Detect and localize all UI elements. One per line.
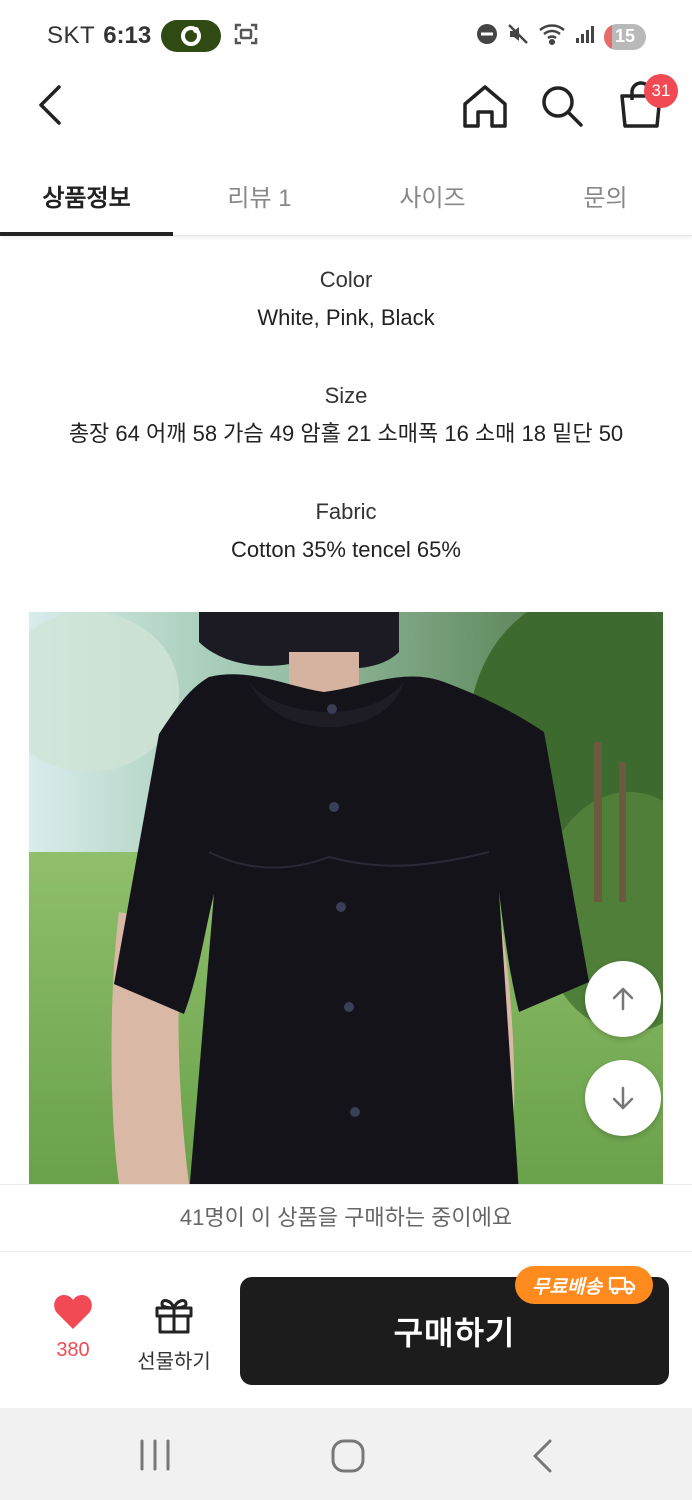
tab-inquiry[interactable]: 문의 [519, 152, 692, 235]
recording-indicator-icon [161, 20, 222, 52]
app-header [0, 72, 692, 140]
cart-count-badge: 31 [644, 74, 678, 108]
search-icon [542, 86, 583, 127]
like-count: 380 [56, 1339, 90, 1361]
buying-now-notice: 41명이 이 상품을 구매하는 중이에요 [0, 1184, 692, 1252]
clock: 6:13 [103, 22, 152, 49]
search-button[interactable] [538, 82, 586, 130]
recent-apps-button[interactable] [136, 1438, 174, 1477]
color-title: Color [319, 267, 373, 292]
delivery-truck-icon [608, 1276, 636, 1295]
tab-reviews[interactable]: 리뷰 1 [173, 152, 346, 235]
carrier-label: SKT [47, 22, 96, 49]
arrow-down-icon [612, 1086, 634, 1110]
battery-icon: 15 [604, 23, 646, 50]
home-nav-button[interactable] [330, 1438, 366, 1479]
fabric-title: Fabric [315, 499, 377, 524]
free-shipping-label: 무료배송 [532, 1276, 602, 1298]
back-button[interactable] [30, 80, 70, 130]
size-value: 총장 64 어깨 58 가슴 49 암홀 21 소매폭 16 소매 18 밑단 … [68, 421, 624, 446]
mute-icon [506, 22, 530, 51]
status-bar: SKT 6:13 15 [0, 0, 692, 72]
home-button[interactable] [460, 82, 510, 130]
system-nav-bar [0, 1408, 692, 1500]
heart-icon [54, 1295, 92, 1329]
status-right: 15 [476, 22, 646, 51]
tab-size[interactable]: 사이즈 [346, 152, 519, 235]
free-shipping-badge: 무료배송 [515, 1266, 653, 1304]
product-info: Color White, Pink, Black Size 총장 64 어깨 5… [0, 262, 692, 610]
product-photo [29, 612, 663, 1184]
scroll-up-button[interactable] [585, 961, 661, 1037]
back-nav-button[interactable] [528, 1438, 558, 1479]
purchase-bar: 380 선물하기 구매하기 무료배송 [0, 1252, 692, 1408]
size-title: Size [324, 383, 368, 408]
fabric-section: Fabric Cotton 35% tencel 65% [0, 494, 692, 570]
gift-button[interactable]: 선물하기 [128, 1296, 220, 1374]
battery-level: 15 [614, 26, 636, 46]
signal-icon [574, 23, 596, 50]
gift-label: 선물하기 [137, 1351, 211, 1373]
home-circle-icon [331, 1439, 365, 1473]
back-arrow-icon [533, 1439, 552, 1473]
recent-apps-icon [140, 1439, 170, 1471]
wifi-icon [538, 22, 566, 51]
fabric-value: Cotton 35% tencel 65% [231, 537, 461, 562]
arrow-up-icon [612, 987, 634, 1011]
color-section: Color White, Pink, Black [0, 262, 692, 338]
scroll-down-button[interactable] [585, 1060, 661, 1136]
color-value: White, Pink, Black [257, 305, 435, 330]
like-button[interactable]: 380 [38, 1294, 108, 1362]
status-left: SKT 6:13 [47, 20, 259, 52]
home-icon [463, 85, 507, 128]
screenshot-icon [233, 21, 259, 52]
size-section: Size 총장 64 어깨 58 가슴 49 암홀 21 소매폭 16 소매 1… [0, 378, 692, 454]
product-tabs: 상품정보 리뷰 1 사이즈 문의 [0, 152, 692, 236]
do-not-disturb-icon [476, 23, 498, 50]
gift-icon [155, 1299, 193, 1334]
chevron-left-icon [39, 85, 61, 125]
tab-product-info[interactable]: 상품정보 [0, 152, 173, 236]
